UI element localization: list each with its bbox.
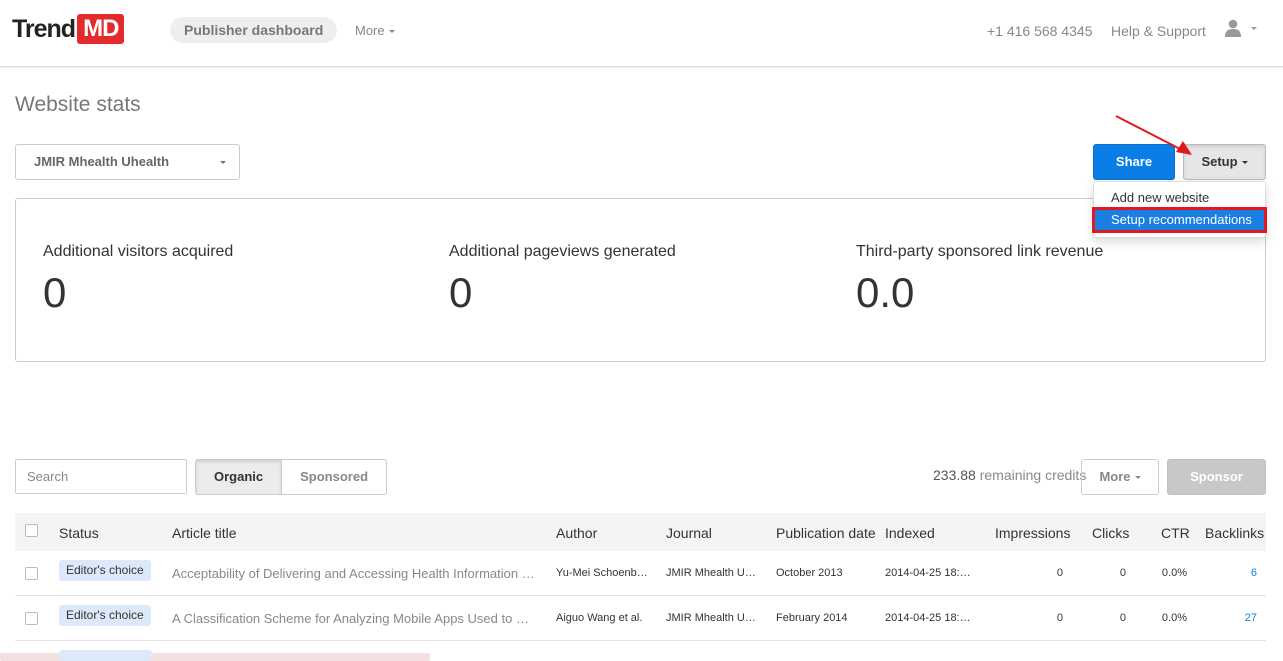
status-badge: Editor's choice bbox=[59, 605, 151, 626]
column-header-journal[interactable]: Journal bbox=[666, 525, 712, 541]
stat-label: Third-party sponsored link revenue bbox=[856, 243, 1104, 260]
more-button-label: More bbox=[1099, 469, 1131, 484]
stat-visitors: Additional visitors acquired 0 bbox=[43, 243, 233, 317]
remaining-credits: 233.88 remaining credits bbox=[933, 467, 1086, 483]
column-header-status[interactable]: Status bbox=[59, 525, 99, 541]
indexed-cell: 2014-04-25 18:… bbox=[885, 567, 971, 579]
article-title-link[interactable]: Acceptability of Delivering and Accessin… bbox=[172, 551, 537, 596]
nav-more-menu[interactable]: More bbox=[355, 23, 395, 38]
phone-number: +1 416 568 4345 bbox=[987, 23, 1093, 39]
organic-sponsored-toggle: Organic Sponsored bbox=[195, 459, 388, 495]
logo-text-trend: Trend bbox=[12, 14, 76, 43]
stat-pageviews: Additional pageviews generated 0 bbox=[449, 243, 676, 317]
stat-value: 0 bbox=[43, 269, 67, 316]
stat-revenue: Third-party sponsored link revenue 0.0 bbox=[856, 243, 1103, 317]
trendmd-logo[interactable]: Trend MD bbox=[12, 14, 125, 44]
journal-cell: JMIR Mhealth U… bbox=[666, 567, 756, 579]
logo-text-md: MD bbox=[77, 14, 125, 44]
top-navbar: Trend MD Publisher dashboard More +1 416… bbox=[0, 0, 1283, 67]
sponsor-button[interactable]: Sponsor bbox=[1167, 459, 1266, 495]
table-row: Editor's choice Acceptability of Deliver… bbox=[15, 551, 1266, 596]
status-badge-partial bbox=[59, 650, 152, 661]
author-cell: Yu-Mei Schoenb… bbox=[556, 567, 648, 579]
column-header-backlinks[interactable]: Backlinks bbox=[1205, 525, 1264, 541]
stats-panel: Additional visitors acquired 0 Additiona… bbox=[15, 198, 1266, 362]
journal-cell: JMIR Mhealth U… bbox=[666, 612, 756, 624]
column-header-impressions[interactable]: Impressions bbox=[995, 525, 1070, 541]
author-cell: Aiguo Wang et al. bbox=[556, 612, 643, 624]
website-select-value: JMIR Mhealth Uhealth bbox=[34, 154, 170, 169]
stat-label: Additional pageviews generated bbox=[449, 243, 676, 260]
clicks-cell: 0 bbox=[1119, 612, 1126, 624]
caret-down-icon bbox=[1251, 26, 1257, 30]
caret-down-icon bbox=[1134, 476, 1141, 480]
column-header-author[interactable]: Author bbox=[556, 525, 597, 541]
backlinks-link[interactable]: 6 bbox=[1205, 551, 1257, 596]
column-header-indexed[interactable]: Indexed bbox=[885, 525, 935, 541]
publication-date-cell: February 2014 bbox=[776, 612, 848, 624]
table-header: Status Article title Author Journal Publ… bbox=[15, 513, 1266, 551]
backlinks-link[interactable]: 27 bbox=[1205, 596, 1257, 641]
organic-tab[interactable]: Organic bbox=[195, 459, 283, 495]
credits-text: remaining credits bbox=[979, 467, 1087, 483]
caret-down-icon bbox=[388, 30, 395, 34]
stat-value: 0 bbox=[449, 269, 473, 316]
table-row: Editor's choice A Classification Scheme … bbox=[15, 596, 1266, 641]
stat-value: 0.0 bbox=[856, 269, 915, 316]
column-header-article-title[interactable]: Article title bbox=[172, 525, 237, 541]
setup-button-label: Setup bbox=[1201, 154, 1238, 169]
credits-value: 233.88 bbox=[933, 467, 976, 483]
column-header-ctr[interactable]: CTR bbox=[1161, 525, 1190, 541]
user-icon bbox=[1225, 19, 1241, 37]
indexed-cell: 2014-04-25 18:… bbox=[885, 612, 971, 624]
ctr-cell: 0.0% bbox=[1161, 567, 1187, 579]
article-title-link[interactable]: A Classification Scheme for Analyzing Mo… bbox=[172, 596, 537, 641]
menu-item-setup-recommendations[interactable]: Setup recommendations bbox=[1092, 207, 1267, 233]
select-all-checkbox[interactable] bbox=[25, 524, 38, 537]
row-checkbox[interactable] bbox=[25, 567, 38, 580]
caret-down-icon bbox=[1241, 161, 1248, 165]
nav-more-label: More bbox=[355, 23, 385, 38]
nav-help-support[interactable]: Help & Support bbox=[1111, 23, 1206, 39]
page-title: Website stats bbox=[15, 93, 141, 116]
setup-dropdown-menu: Add new website Setup recommendations bbox=[1092, 181, 1267, 238]
annotation-arrow-icon bbox=[1115, 115, 1192, 155]
ctr-cell: 0.0% bbox=[1161, 612, 1187, 624]
sponsored-tab[interactable]: Sponsored bbox=[282, 459, 388, 495]
more-button[interactable]: More bbox=[1081, 459, 1159, 495]
stat-label: Additional visitors acquired bbox=[43, 243, 234, 260]
row-checkbox[interactable] bbox=[25, 612, 38, 625]
caret-down-icon bbox=[220, 161, 226, 164]
column-header-clicks[interactable]: Clicks bbox=[1092, 525, 1129, 541]
publication-date-cell: October 2013 bbox=[776, 567, 843, 579]
search-input[interactable] bbox=[15, 459, 187, 494]
impressions-cell: 0 bbox=[1056, 612, 1063, 624]
impressions-cell: 0 bbox=[1056, 567, 1063, 579]
clicks-cell: 0 bbox=[1119, 567, 1126, 579]
menu-item-add-new-website[interactable]: Add new website bbox=[1094, 187, 1265, 209]
column-header-publication-date[interactable]: Publication date bbox=[776, 525, 876, 541]
status-badge: Editor's choice bbox=[59, 560, 151, 581]
user-menu[interactable] bbox=[1224, 19, 1257, 37]
website-select[interactable]: JMIR Mhealth Uhealth bbox=[15, 144, 240, 180]
nav-publisher-dashboard[interactable]: Publisher dashboard bbox=[170, 17, 338, 43]
